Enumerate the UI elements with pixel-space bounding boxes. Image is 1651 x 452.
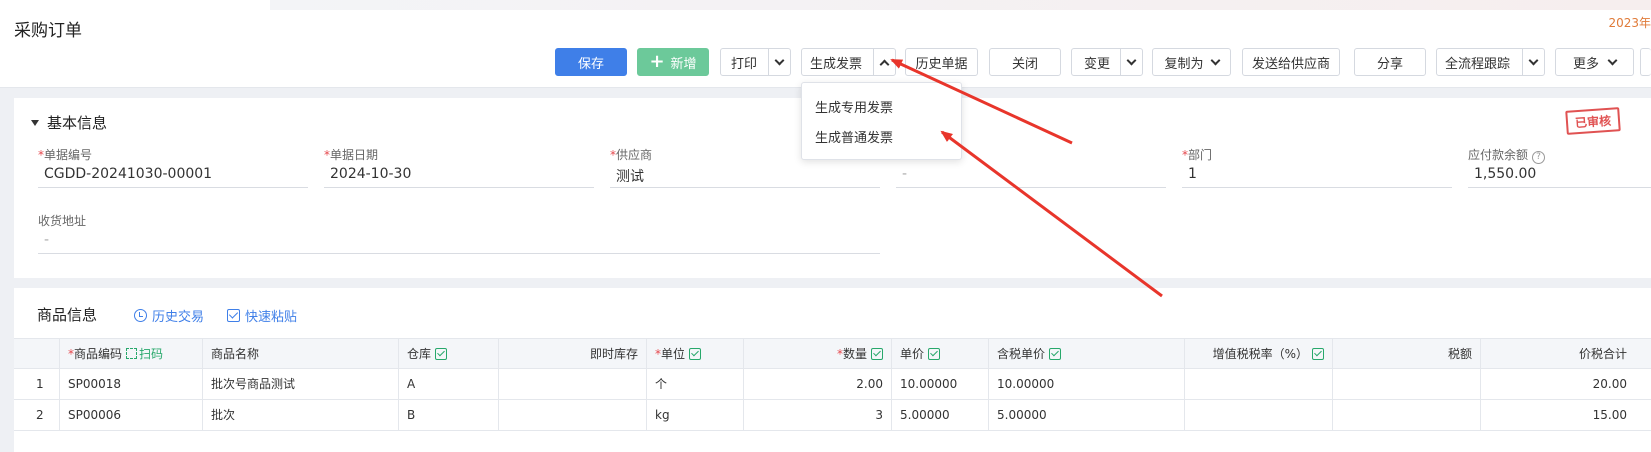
overflow-button[interactable] xyxy=(1640,48,1651,76)
col-tax-rate: 增值税税率（%） xyxy=(1185,339,1333,370)
basic-info-title[interactable]: 基本信息 xyxy=(31,112,107,133)
col-code: *商品编码 扫码 xyxy=(60,339,203,370)
full-trace-toggle[interactable] xyxy=(1522,49,1544,75)
goods-panel: 商品信息 历史交易 快速粘贴 *商品编码 扫码 商品名称 仓库 即时库存 *单位 … xyxy=(14,288,1651,452)
col-tax-price: 含税单价 xyxy=(989,339,1185,370)
col-index xyxy=(14,339,60,370)
print-button[interactable]: 打印 xyxy=(720,48,791,76)
chevron-down-icon xyxy=(1607,55,1618,65)
col-stock: 即时库存 xyxy=(499,339,647,370)
collapse-triangle-icon xyxy=(31,119,39,126)
batch-edit-icon[interactable] xyxy=(928,348,941,360)
full-trace-button[interactable]: 全流程跟踪 xyxy=(1436,48,1545,76)
field-doc-date[interactable]: *单据日期 2024-10-30 xyxy=(324,146,594,188)
field-payable-balance: 应付款余额? 1,550.00 xyxy=(1468,146,1651,188)
approved-stamp: 已审核 xyxy=(1565,107,1621,135)
add-button[interactable]: + 新增 xyxy=(637,48,709,76)
generate-invoice-button[interactable]: 生成发票 xyxy=(801,48,896,76)
col-unit: *单位 xyxy=(647,339,744,370)
table-row[interactable]: 1 SP00018 批次号商品测试 A 个 2.00 10.00000 10.0… xyxy=(14,369,1651,400)
history-trade-link[interactable]: 历史交易 xyxy=(134,306,204,325)
more-button[interactable]: 更多 xyxy=(1555,48,1634,76)
field-department[interactable]: *部门 1 xyxy=(1182,146,1452,188)
col-tax-amount: 税额 xyxy=(1333,339,1481,370)
print-dropdown-toggle[interactable] xyxy=(768,49,790,75)
goods-title: 商品信息 xyxy=(37,306,98,324)
table-row[interactable]: 2 SP00006 批次 B kg 3 5.00000 5.00000 15.0… xyxy=(14,400,1651,431)
page-title: 采购订单 xyxy=(14,21,82,41)
copy-as-button[interactable]: 复制为 xyxy=(1152,48,1231,76)
send-supplier-button[interactable]: 发送给供应商 xyxy=(1242,48,1340,76)
scan-button[interactable]: 扫码 xyxy=(126,347,163,361)
batch-edit-icon[interactable] xyxy=(435,348,448,360)
chevron-down-icon xyxy=(774,55,785,65)
change-button[interactable]: 变更 xyxy=(1071,48,1143,76)
plus-icon: + xyxy=(649,51,665,72)
batch-edit-icon[interactable] xyxy=(689,348,702,360)
menu-item-normal-invoice[interactable]: 生成普通发票 xyxy=(815,127,893,146)
chevron-up-icon xyxy=(879,59,890,69)
field-delivery-address[interactable]: 收货地址 - xyxy=(38,212,880,254)
col-name: 商品名称 xyxy=(203,339,399,370)
checkbox-icon xyxy=(227,309,240,322)
chevron-down-icon xyxy=(1528,55,1539,65)
col-warehouse: 仓库 xyxy=(399,339,499,370)
menu-item-special-invoice[interactable]: 生成专用发票 xyxy=(815,97,893,116)
history-button[interactable]: 历史单据 xyxy=(905,48,978,76)
col-qty: *数量 xyxy=(744,339,892,370)
change-dropdown-toggle[interactable] xyxy=(1120,49,1142,75)
save-button[interactable]: 保存 xyxy=(555,48,627,76)
scan-icon xyxy=(126,348,138,359)
batch-edit-icon[interactable] xyxy=(871,348,883,360)
batch-edit-icon[interactable] xyxy=(1049,348,1062,360)
col-price: 单价 xyxy=(892,339,989,370)
chevron-down-icon xyxy=(1210,55,1220,65)
help-icon[interactable]: ? xyxy=(1532,151,1546,164)
col-total: 价税合计 xyxy=(1578,347,1627,361)
year-tag: 2023年 xyxy=(1608,16,1651,30)
top-strip xyxy=(270,0,1651,10)
generate-invoice-toggle[interactable] xyxy=(873,49,895,75)
quick-paste-link[interactable]: 快速粘贴 xyxy=(227,306,297,325)
share-button[interactable]: 分享 xyxy=(1354,48,1426,76)
clock-icon xyxy=(134,309,147,322)
table-header: *商品编码 扫码 商品名称 仓库 即时库存 *单位 *数量 单价 含税单价 增值税… xyxy=(14,338,1651,370)
invoice-dropdown-menu: 生成专用发票 生成普通发票 xyxy=(801,82,962,160)
chevron-down-icon xyxy=(1126,55,1137,65)
batch-edit-icon[interactable] xyxy=(1312,348,1324,360)
field-doc-number[interactable]: *单据编号 CGDD-20241030-00001 xyxy=(38,146,308,188)
close-button[interactable]: 关闭 xyxy=(989,48,1061,76)
